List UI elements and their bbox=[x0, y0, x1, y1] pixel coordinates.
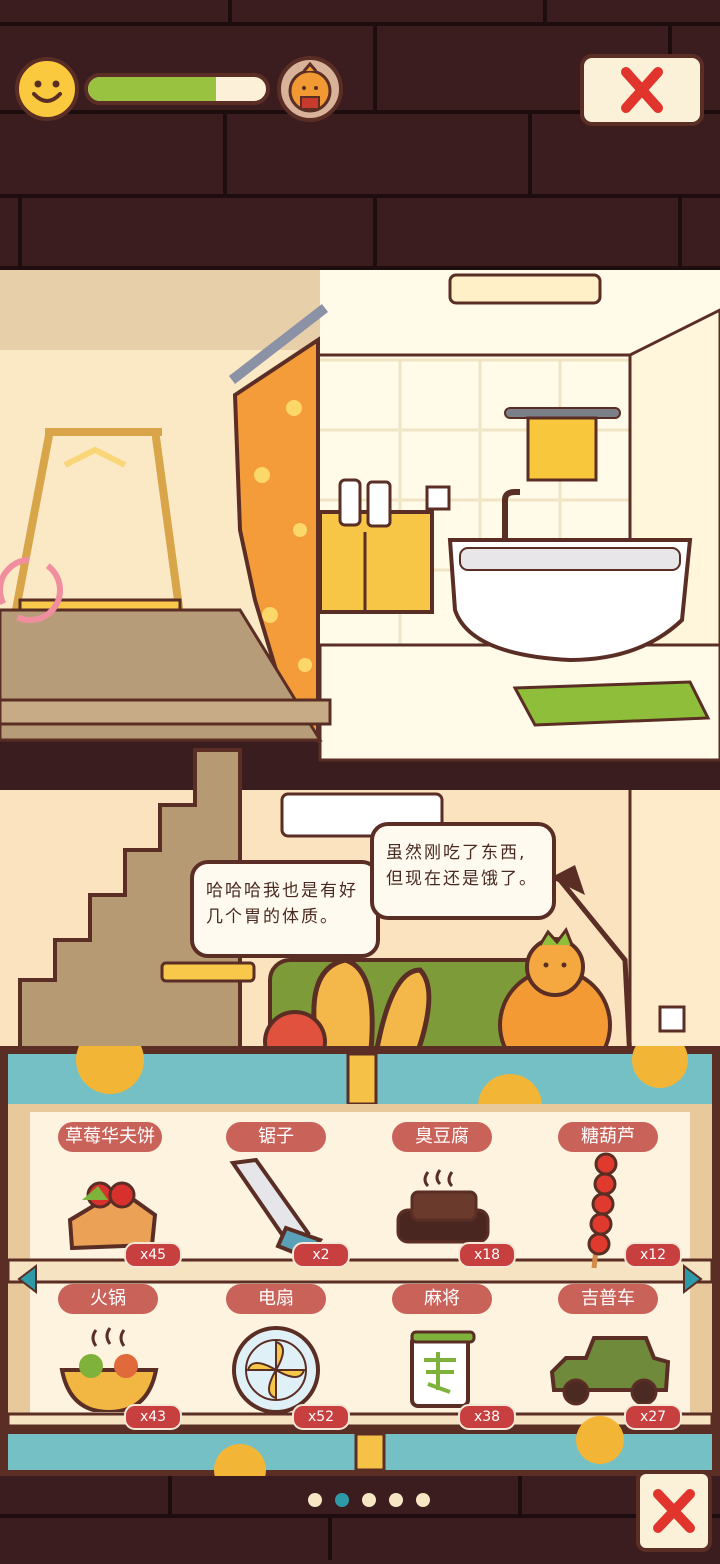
item-slot-hotpot[interactable]: 火锅 x43 bbox=[50, 1282, 182, 1432]
page-indicator bbox=[308, 1493, 438, 1509]
item-name: 草莓华夫饼 bbox=[58, 1122, 162, 1152]
item-count: x18 bbox=[458, 1242, 516, 1268]
item-count: x45 bbox=[124, 1242, 182, 1268]
speech-bubble-right: 虽然刚吃了东西, 但现在还是饿了。 bbox=[370, 822, 556, 920]
candied-haws-icon bbox=[580, 1152, 630, 1274]
item-count: x38 bbox=[458, 1404, 516, 1430]
speech-bubble-left-line1: 哈哈哈我也是有好 bbox=[206, 881, 358, 901]
speech-bubble-left-line2: 几个胃的体质。 bbox=[206, 907, 339, 927]
item-slot-mahjong[interactable]: 麻将 x38 bbox=[384, 1282, 516, 1432]
inventory-row-2: 火锅 x43 电扇 x52 麻将 x38 吉普车 x27 bbox=[0, 1282, 720, 1432]
close-inventory-button[interactable] bbox=[636, 1470, 712, 1552]
item-name: 吉普车 bbox=[558, 1284, 658, 1314]
item-count: x43 bbox=[124, 1404, 182, 1430]
mahjong-icon bbox=[408, 1330, 478, 1414]
page-dot-1[interactable] bbox=[308, 1493, 322, 1507]
page-dot-5[interactable] bbox=[416, 1493, 430, 1507]
inventory-row-1: 草莓华夫饼 x45 锯子 x2 臭豆腐 x18 糖葫芦 x12 bbox=[0, 1120, 720, 1270]
smiley-face-icon bbox=[14, 56, 80, 122]
brick-wall-background bbox=[0, 0, 720, 270]
item-slot-candied-haws[interactable]: 糖葫芦 x12 bbox=[550, 1120, 682, 1270]
item-name: 锯子 bbox=[226, 1122, 326, 1152]
item-slot-jeep[interactable]: 吉普车 x27 bbox=[549, 1282, 682, 1432]
item-name: 臭豆腐 bbox=[392, 1122, 492, 1152]
jeep-icon bbox=[546, 1328, 674, 1412]
close-button[interactable] bbox=[580, 54, 704, 126]
item-name: 电扇 bbox=[226, 1284, 326, 1314]
close-x-icon bbox=[621, 67, 663, 113]
item-name: 火锅 bbox=[58, 1284, 158, 1314]
hunger-progress-fill bbox=[88, 77, 217, 101]
hunger-progress-bar bbox=[84, 73, 270, 105]
page-dot-3[interactable] bbox=[362, 1493, 376, 1507]
brick-pattern bbox=[0, 0, 720, 270]
page-dot-4[interactable] bbox=[389, 1493, 403, 1507]
item-slot-electric-fan[interactable]: 电扇 x52 bbox=[218, 1282, 350, 1432]
speech-bubble-right-line2: 但现在还是饿了。 bbox=[386, 869, 538, 889]
item-count: x12 bbox=[624, 1242, 682, 1268]
strawberry-waffle-icon bbox=[60, 1160, 160, 1254]
item-name: 糖葫芦 bbox=[558, 1122, 658, 1152]
item-slot-saw[interactable]: 锯子 x2 bbox=[218, 1120, 350, 1270]
speech-bubble-left: 哈哈哈我也是有好 几个胃的体质。 bbox=[190, 860, 380, 958]
close-x-icon bbox=[653, 1489, 695, 1533]
item-slot-strawberry-waffle[interactable]: 草莓华夫饼 x45 bbox=[50, 1120, 182, 1270]
page-dot-2[interactable] bbox=[335, 1493, 349, 1507]
hotpot-icon bbox=[56, 1322, 162, 1416]
orange-character-icon[interactable] bbox=[276, 55, 344, 123]
item-count: x2 bbox=[292, 1242, 350, 1268]
item-count: x52 bbox=[292, 1404, 350, 1430]
item-slot-stinky-tofu[interactable]: 臭豆腐 x18 bbox=[384, 1120, 516, 1270]
brick-floor-background bbox=[0, 1476, 720, 1560]
item-count: x27 bbox=[624, 1404, 682, 1430]
speech-bubble-right-line1: 虽然刚吃了东西, bbox=[386, 843, 527, 863]
item-name: 麻将 bbox=[392, 1284, 492, 1314]
